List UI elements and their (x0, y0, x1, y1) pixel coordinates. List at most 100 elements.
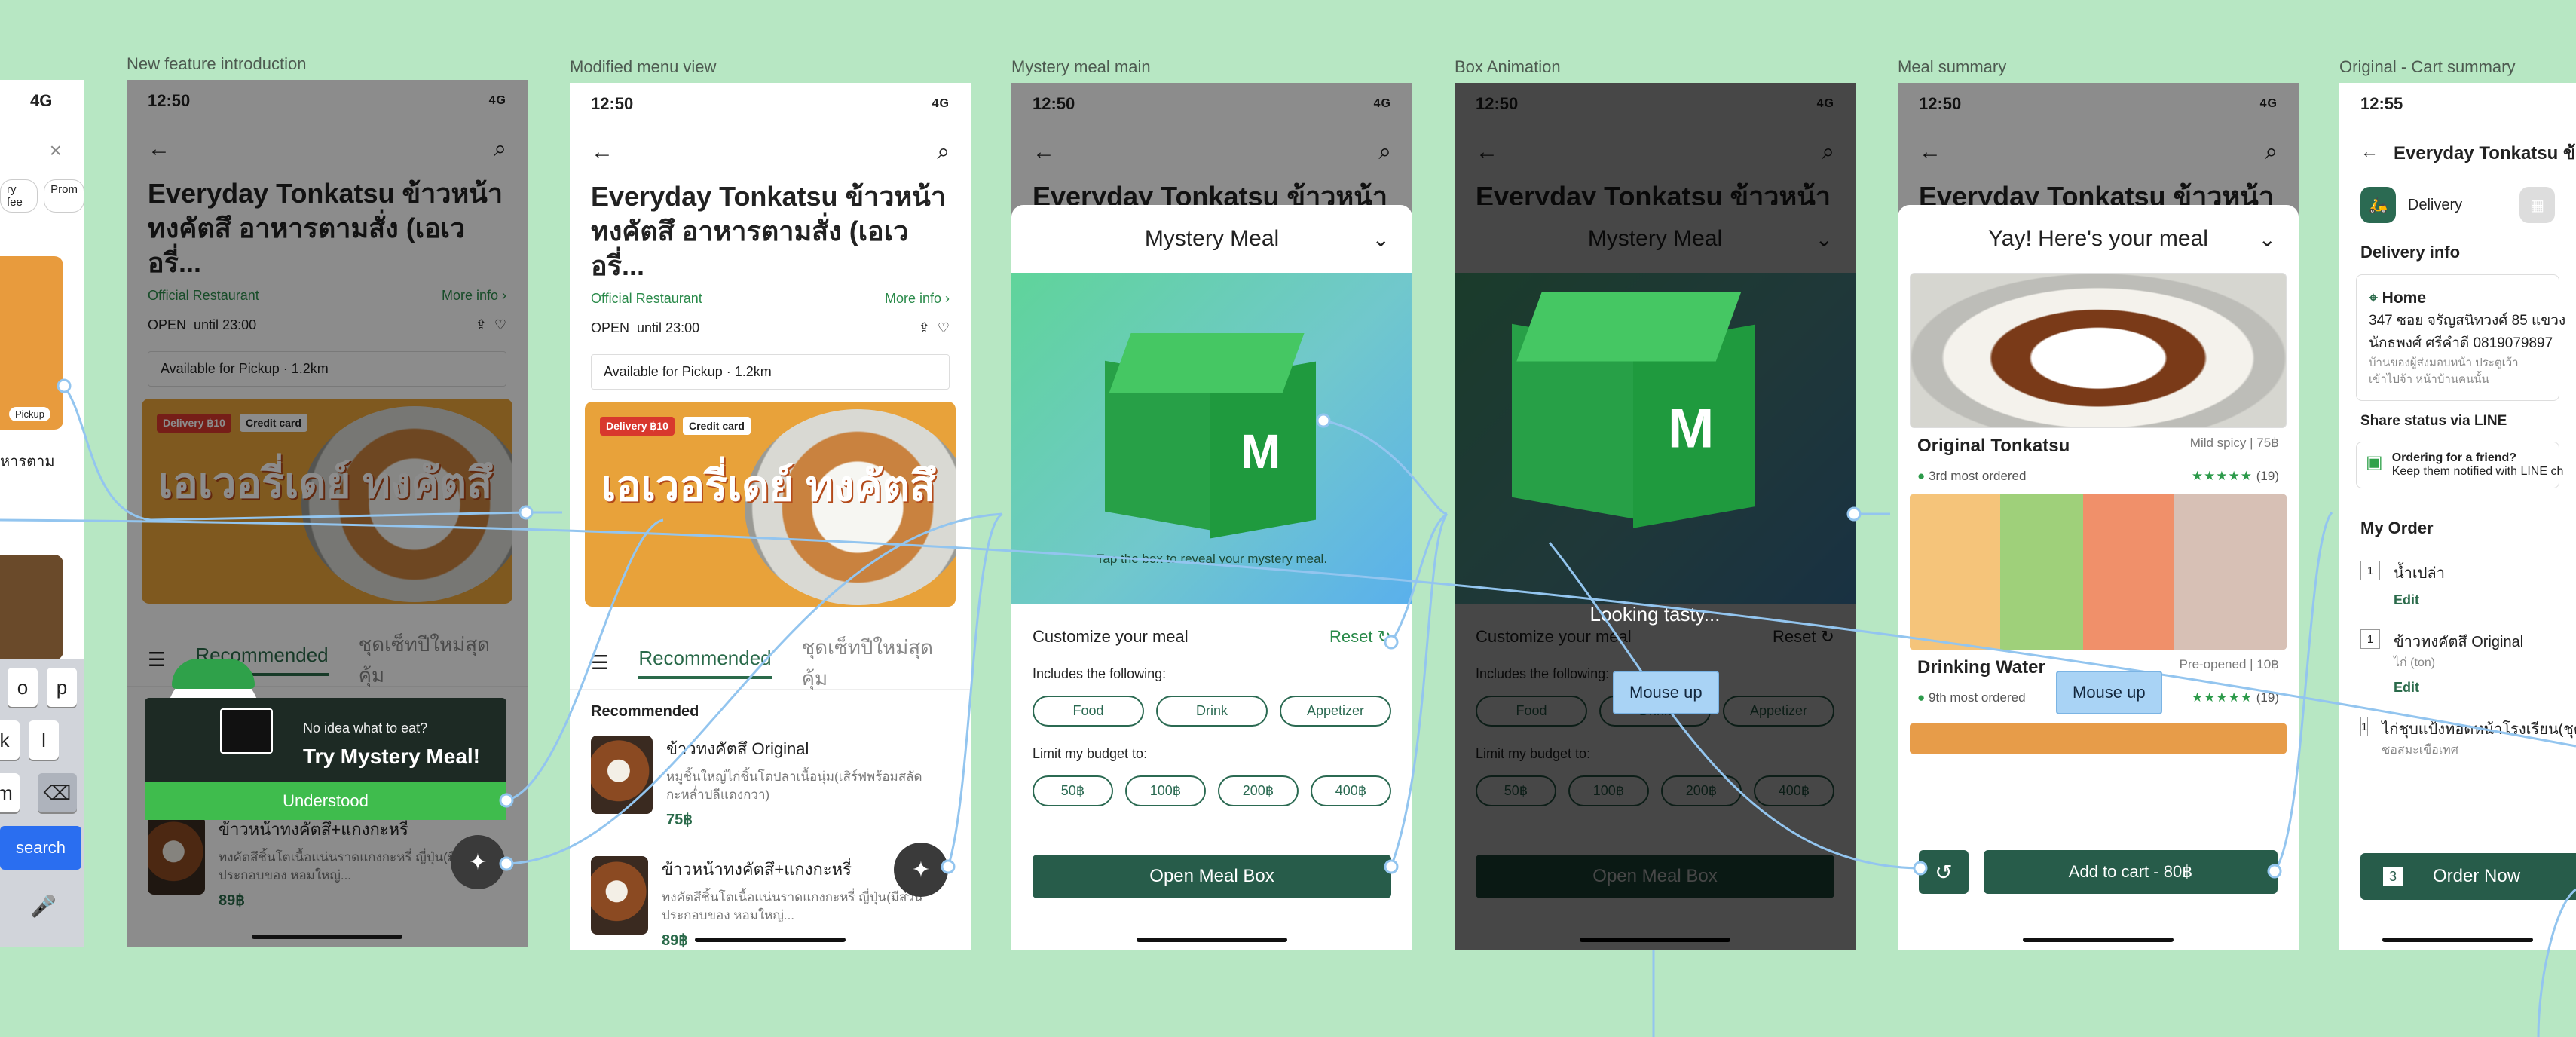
menu-item[interactable]: ข้าวทงคัตสึ Original หมูชิ้นใหญ่ไก่ชิ้นโต… (570, 727, 971, 847)
includes-label: Includes the following: (1033, 666, 1167, 681)
line-share-card[interactable]: ▣ Ordering for a friend? Keep them notifi… (2356, 442, 2563, 488)
status-signal: 4G (932, 97, 950, 110)
line-icon: ▣ (2366, 452, 2383, 473)
list-icon[interactable]: ☰ (591, 651, 608, 675)
key-o[interactable]: o (8, 668, 38, 707)
restaurant-thumbnail[interactable] (0, 256, 63, 430)
open-status: OPEN (591, 320, 630, 335)
tap-hint: Tap the box to reveal your mystery meal. (1096, 552, 1328, 566)
restaurant-thumbnail-2[interactable] (0, 555, 63, 660)
chevron-down-icon[interactable]: ⌄ (2259, 227, 2276, 252)
magic-wand-button[interactable]: ✦ (451, 835, 505, 889)
meal-rank: 9th most ordered (1929, 690, 2026, 705)
my-order-heading: My Order (2360, 518, 2434, 537)
key-p[interactable]: p (47, 668, 77, 707)
order-qty[interactable]: 1 (2360, 629, 2380, 649)
chevron-down-icon[interactable]: ⌄ (1372, 227, 1390, 252)
address-card[interactable]: ⌖ Home 347 ซอย จรัญสนิทวงศ์ 85 แขวง นักธ… (2356, 274, 2566, 401)
understood-button[interactable]: Understood (145, 782, 506, 820)
search-icon[interactable]: ⌕ (937, 139, 950, 165)
contact-line: นักธพงศ์ ศรีคำดี 0819079897 (2369, 335, 2553, 351)
key-k[interactable]: k (0, 720, 20, 760)
close-icon[interactable]: × (50, 139, 62, 163)
home-indicator (252, 935, 402, 939)
more-info-link[interactable]: More info › (885, 291, 950, 307)
budget-pill-400[interactable]: 400฿ (1311, 775, 1391, 806)
type-pill-appetizer[interactable]: Appetizer (1280, 696, 1391, 727)
frame-label-box-animation: Box Animation (1455, 57, 1561, 76)
order-item-name: ข้าวทงคัตสึ Original (2394, 634, 2524, 650)
meal-rank: 3rd most ordered (1929, 469, 2027, 483)
address-line: 347 ซอย จรัญสนิทวงศ์ 85 แขวง (2369, 313, 2566, 329)
address-label: Home (2382, 289, 2427, 307)
mystery-box-hero[interactable]: M Tap the box to reveal your mystery mea… (1011, 273, 1412, 604)
customize-label: Customize your meal (1033, 627, 1189, 646)
order-now-button[interactable]: 3 Order Now (2360, 853, 2576, 900)
filter-chip-fee[interactable]: ry fee (0, 179, 38, 213)
budget-pill-50[interactable]: 50฿ (1033, 775, 1113, 806)
back-arrow-icon[interactable]: ← (591, 139, 613, 165)
meal-detail: Pre-opened | 10฿ (2179, 657, 2279, 671)
type-pill-drink[interactable]: Drink (1156, 696, 1268, 727)
budget-label: Limit my budget to: (1033, 746, 1148, 761)
share-icon[interactable]: ⇪ (919, 320, 930, 335)
home-indicator (1137, 938, 1287, 942)
pickup-label: Available for Pickup (604, 364, 723, 379)
key-l[interactable]: l (29, 720, 59, 760)
menu-item-desc: หมูชิ้นใหญ่ไก่ชิ้นโตปลาเนื้อนุ่ม(เสิร์ฟพ… (666, 769, 922, 802)
menu-item-image[interactable] (591, 736, 653, 814)
order-item[interactable]: 1 ไก่ชุบแป้งทอดหน้าโรงเรียน(ชุด) ซอสมะเขือ… (2339, 706, 2576, 770)
open-meal-box-button[interactable]: Open Meal Box (1033, 855, 1391, 898)
section-heading: Recommended (591, 703, 699, 720)
budget-pill-200[interactable]: 200฿ (1218, 775, 1299, 806)
order-item[interactable]: 1 น้ำเปล่า Edit (2339, 550, 2576, 619)
frame-label-mystery-main: Mystery meal main (1011, 57, 1151, 76)
heart-icon[interactable]: ♡ (938, 320, 950, 335)
reroll-button[interactable]: ↺ (1919, 850, 1969, 894)
delivery-icon: 🛵 (2360, 187, 2396, 223)
loading-text: Looking tasty... (1589, 603, 1721, 626)
type-pill-food[interactable]: Food (1033, 696, 1144, 727)
order-item-name: ไก่ชุบแป้งทอดหน้าโรงเรียน(ชุด) (2382, 721, 2576, 738)
menu-item-image[interactable] (591, 856, 649, 935)
magic-wand-button[interactable]: ✦ (894, 843, 948, 897)
budget-pill-100[interactable]: 100฿ (1125, 775, 1206, 806)
menu-item-price: 75฿ (666, 812, 693, 828)
delivery-option[interactable]: Delivery (2408, 197, 2462, 214)
search-key[interactable]: search (0, 826, 81, 870)
add-to-cart-button[interactable]: Add to cart - 80฿ (1984, 850, 2278, 894)
distance-label: 1.2km (734, 364, 772, 379)
filter-chip-promo[interactable]: Prom (44, 179, 84, 213)
mystery-meal-tooltip: No idea what to eat? Try Mystery Meal! U… (145, 698, 506, 820)
banner-tag-delivery: Delivery ฿10 (600, 417, 675, 436)
order-item-option: ไก่ (ton) (2394, 656, 2436, 669)
mystery-box-icon[interactable]: M (1105, 326, 1316, 539)
delivery-info-heading: Delivery info (2360, 243, 2461, 262)
open-until: until 23:00 (637, 320, 700, 335)
phone-meal-summary: 12:504G ←⌕ Everyday Tonkatsu ข้าวหน้าทงค… (1898, 83, 2299, 950)
edit-link[interactable]: Edit (2394, 680, 2523, 696)
order-item[interactable]: 1 ข้าวทงคัตสึ Original ไก่ (ton) Edit (2339, 619, 2576, 706)
frame-label-cart-summary: Original - Cart summary (2339, 57, 2516, 76)
meal-detail: Mild spicy | 75฿ (2189, 436, 2279, 450)
banner-text: เอเวอรี่เดย์ ทงคัตสึ (601, 462, 936, 509)
order-count: 3 (2383, 867, 2403, 886)
phone-box-animation: 12:504G ←⌕ Everyday Tonkatsu ข้าวหน้าทงค… (1455, 83, 1856, 950)
tab-newyear-set[interactable]: ชุดเซ็ทปีใหม่สุดคุ้ม (802, 632, 950, 694)
tab-recommended[interactable]: Recommended (638, 647, 772, 679)
reset-button[interactable]: Reset ↻ (1329, 627, 1391, 647)
order-qty[interactable]: 1 (2360, 717, 2369, 736)
edit-link[interactable]: Edit (2394, 592, 2445, 608)
home-indicator (695, 938, 846, 942)
key-m[interactable]: m (0, 773, 20, 812)
order-item-name: น้ำเปล่า (2394, 565, 2445, 582)
backspace-key[interactable]: ⌫ (38, 773, 77, 812)
food-image-strip (1910, 723, 2287, 754)
back-arrow-icon[interactable]: ← (2360, 142, 2379, 163)
menu-item-name[interactable]: ข้าวทงคัตสึ Original (666, 736, 950, 762)
microphone-icon[interactable]: 🎤 (30, 894, 57, 919)
pickup-icon[interactable]: ▦ (2519, 187, 2555, 223)
order-qty[interactable]: 1 (2360, 561, 2380, 580)
star-rating: ★★★★★ (2191, 469, 2253, 483)
meal-image-tonkatsu (1910, 273, 2287, 428)
